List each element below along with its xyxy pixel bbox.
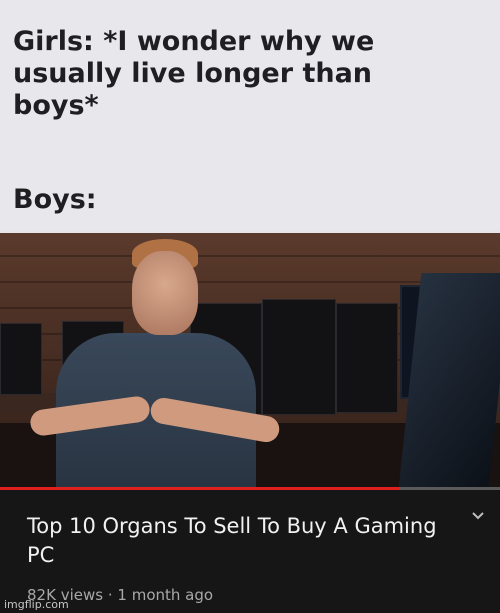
meme-caption: Girls: *I wonder why we usually live lon… (0, 0, 500, 230)
caption-punchline-text: Boys: (13, 184, 97, 215)
pc-case (262, 299, 336, 415)
chevron-down-icon[interactable] (470, 508, 486, 524)
pc-case (336, 303, 398, 413)
caption-setup-text: Girls: *I wonder why we usually live lon… (13, 26, 375, 121)
meta-separator: · (107, 586, 113, 604)
video-title[interactable]: Top 10 Organs To Sell To Buy A Gaming PC (27, 512, 447, 570)
imgflip-watermark: imgflip.com (4, 598, 69, 611)
video-frame[interactable] (0, 233, 500, 490)
pc-case (0, 323, 42, 395)
upload-age: 1 month ago (117, 586, 214, 604)
person-head (132, 251, 198, 335)
video-info-panel: Top 10 Organs To Sell To Buy A Gaming PC… (0, 490, 500, 613)
